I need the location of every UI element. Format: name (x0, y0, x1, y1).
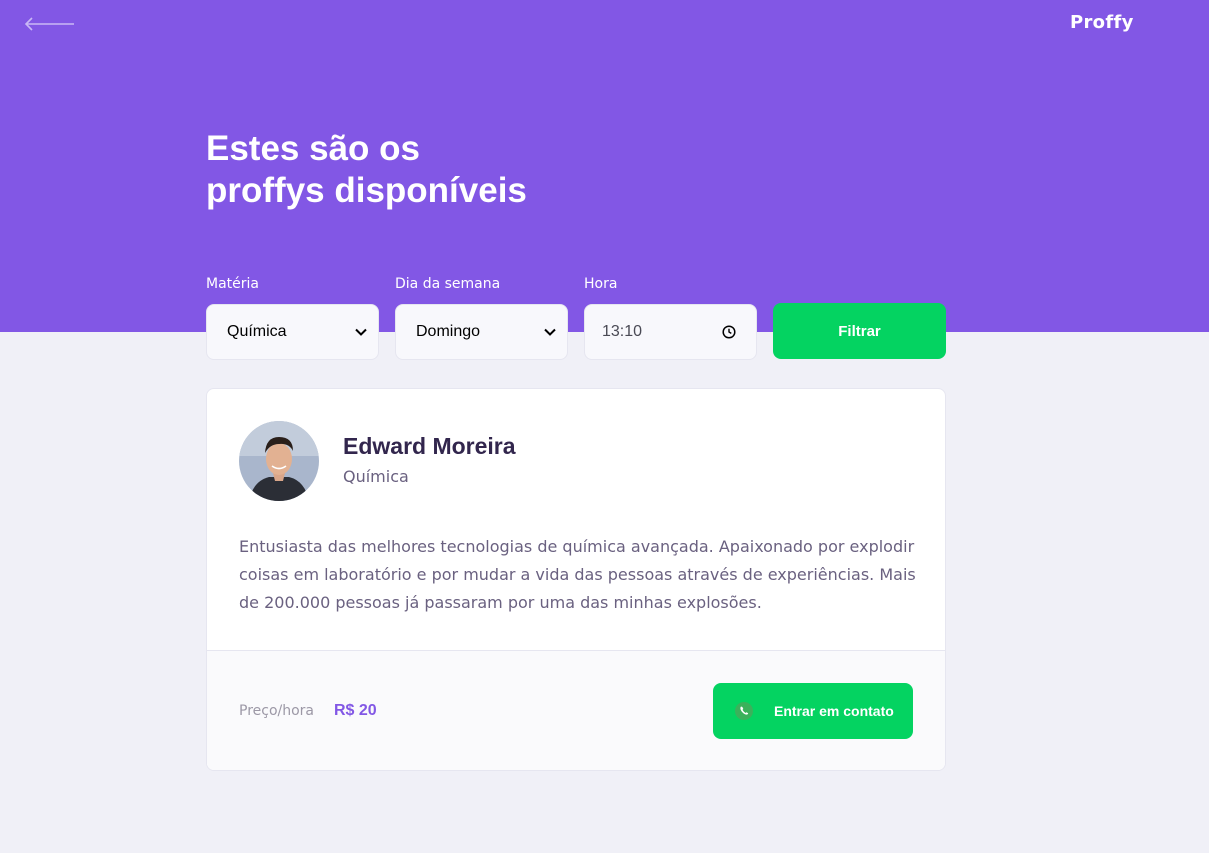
teacher-subject: Química (343, 467, 409, 486)
arrow-left-icon (24, 17, 74, 31)
teacher-card: Edward Moreira Química Entusiasta das me… (206, 388, 946, 771)
teacher-card-footer: Preço/hora R$ 20 Entrar em contato (207, 650, 945, 770)
filter-button[interactable]: Filtrar (773, 303, 946, 359)
chevron-down-icon (544, 328, 556, 336)
time-input-value: 13:10 (602, 323, 643, 340)
page-title-line-1: Estes são os (206, 129, 420, 168)
subject-label: Matéria (206, 276, 259, 292)
time-input[interactable]: 13:10 (584, 304, 757, 360)
contact-button[interactable]: Entrar em contato (713, 683, 913, 739)
chevron-down-icon (355, 328, 367, 336)
proffy-logo: Proffy (1070, 12, 1134, 33)
weekday-label: Dia da semana (395, 276, 501, 292)
teacher-name: Edward Moreira (343, 433, 516, 459)
price-value: R$ 20 (334, 702, 377, 719)
page-title-line-2: proffys disponíveis (206, 171, 527, 210)
back-button[interactable] (24, 12, 78, 36)
subject-select[interactable]: Química (206, 304, 379, 360)
weekday-select-value: Domingo (416, 323, 481, 340)
clock-icon[interactable] (722, 325, 736, 339)
weekday-select[interactable]: Domingo (395, 304, 568, 360)
teacher-bio: Entusiasta das melhores tecnologias de q… (239, 537, 916, 612)
price-label: Preço/hora (239, 703, 315, 719)
contact-button-label: Entrar em contato (774, 703, 894, 719)
page-title: Estes são os proffys disponíveis (206, 128, 626, 212)
subject-select-value: Química (227, 323, 287, 340)
whatsapp-icon (734, 701, 754, 721)
time-label: Hora (584, 276, 618, 292)
teacher-avatar (239, 421, 319, 501)
